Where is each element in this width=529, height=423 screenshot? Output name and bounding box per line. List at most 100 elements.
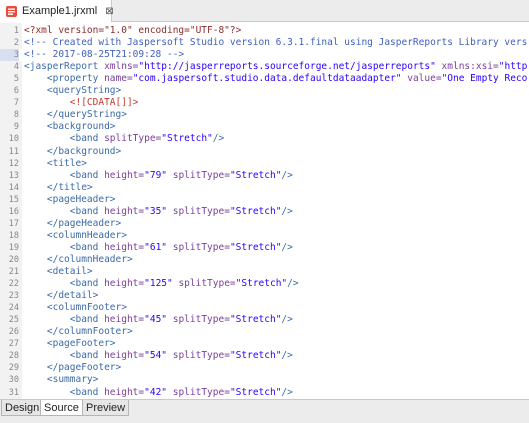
code-token: </pageHeader> (24, 217, 122, 229)
tab-design-label: Design (5, 401, 40, 414)
code-text: </detail> (24, 290, 98, 302)
line-number: 27 (8, 339, 19, 350)
code-token: <jasperReport (24, 61, 99, 73)
code-line[interactable]: 5 <property name="com.jaspersoft.studio.… (0, 73, 529, 85)
line-number: 18 (8, 230, 19, 241)
line-number: 19 (8, 242, 19, 253)
code-token: /> (281, 350, 293, 362)
code-line[interactable]: 19 <band height="61" splitType="Stretch"… (0, 242, 529, 254)
code-token: "http://jasperreports.sourceforge.net/ja… (138, 61, 436, 73)
code-line[interactable]: 20 </columnHeader> (0, 254, 529, 266)
line-number: 11 (8, 146, 19, 157)
line-number: 14 (8, 182, 19, 193)
code-text: </title> (24, 182, 93, 194)
code-token: splitType= (167, 205, 230, 217)
line-number: 26 (8, 327, 19, 338)
code-token: height= (98, 278, 145, 290)
code-line[interactable]: 4 <jasperReport xmlns="http://jasperrepor… (0, 61, 529, 73)
code-line[interactable]: 8 </queryString> (0, 109, 529, 121)
code-line[interactable]: 26 </columnFooter> (0, 326, 529, 338)
code-token: "Stretch" (229, 241, 282, 253)
code-line[interactable]: 15 <pageHeader> (0, 194, 529, 206)
code-text: <band height="61" splitType="Stretch"/> (24, 242, 293, 254)
line-number: 3 (0, 49, 19, 62)
code-token: /> (287, 278, 299, 290)
code-line[interactable]: 18 <columnHeader> (0, 230, 529, 242)
code-token: </columnFooter> (24, 326, 133, 338)
code-token: "54" (144, 350, 168, 362)
code-line[interactable]: 27 <pageFooter> (0, 338, 529, 350)
code-line[interactable]: 17 </pageHeader> (0, 218, 529, 230)
code-token: height= (98, 169, 145, 181)
code-token: "com.jaspersoft.studio.data.defaultdataa… (132, 73, 402, 85)
line-number: 28 (8, 351, 19, 362)
line-number: 23 (8, 291, 19, 302)
source-editor[interactable]: 1 <?xml version="1.0" encoding="UTF-8"?> 2… (0, 23, 529, 399)
code-line[interactable]: 21 <detail> (0, 266, 529, 278)
code-text: <detail> (24, 266, 93, 278)
code-text: <pageHeader> (24, 194, 116, 206)
code-text: </queryString> (24, 109, 127, 121)
code-line[interactable]: 2 <!-- Created with Jaspersoft Studio ver… (0, 37, 529, 49)
tab-source-label: Source (44, 401, 79, 414)
code-token: splitType= (167, 350, 230, 362)
code-token: "One Empty Reco (441, 73, 528, 85)
code-text: <background> (24, 121, 116, 133)
line-number: 21 (8, 267, 19, 277)
code-line[interactable]: 10 <band splitType="Stretch"/> (0, 133, 529, 145)
code-line[interactable]: 24 <columnFooter> (0, 302, 529, 314)
code-line[interactable]: 31 <band height="42" splitType="Stretch"… (0, 387, 529, 399)
code-line[interactable]: 9 <background> (0, 121, 529, 133)
line-number: 20 (8, 254, 19, 265)
code-line[interactable]: 14 </title> (0, 182, 529, 194)
tab-preview[interactable]: Preview (82, 400, 130, 416)
code-text: </pageFooter> (24, 362, 121, 374)
code-line[interactable]: 6 <queryString> (0, 85, 529, 97)
code-token: <pageHeader> (24, 193, 116, 205)
code-token: <pageFooter> (24, 338, 116, 350)
code-token: "Stretch" (229, 169, 282, 181)
code-token: /> (281, 386, 293, 398)
code-text: <summary> (24, 374, 98, 386)
close-icon[interactable]: ⊠ (105, 6, 113, 17)
line-number: 25 (8, 315, 19, 326)
code-line[interactable]: 1 <?xml version="1.0" encoding="UTF-8"?> (0, 25, 529, 37)
code-line[interactable]: 30 <summary> (0, 374, 529, 386)
code-text: </background> (24, 146, 121, 158)
code-token: /> (281, 314, 293, 326)
code-line[interactable]: 25 <band height="45" splitType="Stretch"… (0, 314, 529, 326)
code-token: "Stretch" (229, 350, 282, 362)
code-line[interactable]: 13 <band height="79" splitType="Stretch"… (0, 170, 529, 182)
code-line[interactable]: 16 <band height="35" splitType="Stretch"… (0, 206, 529, 218)
code-token: /> (212, 133, 225, 145)
code-text: <columnHeader> (24, 230, 127, 242)
code-text: <columnFooter> (24, 302, 127, 314)
line-number: 7 (13, 98, 19, 109)
code-text: <?xml version="1.0" encoding="UTF-8"?> (24, 25, 241, 37)
tab-example1-jrxml[interactable]: Example1.jrxml ⊠ (0, 0, 114, 22)
code-token: </detail> (24, 290, 99, 302)
code-token: <band (24, 169, 99, 181)
tab-design[interactable]: Design (1, 400, 44, 416)
code-token: </queryString> (24, 109, 127, 121)
code-text: <band height="54" splitType="Stretch"/> (24, 350, 293, 362)
line-number: 30 (8, 375, 19, 386)
code-token: /> (281, 205, 293, 217)
code-line[interactable]: 12 <title> (0, 158, 529, 170)
code-line[interactable]: 28 <band height="54" splitType="Stretch"… (0, 350, 529, 362)
code-token: height= (98, 350, 145, 362)
tab-source[interactable]: Source (40, 400, 83, 416)
code-text: <queryString> (24, 85, 121, 97)
code-token: "Stretch" (161, 133, 213, 145)
code-line[interactable]: 23 </detail> (0, 290, 529, 302)
code-token: "79" (144, 169, 168, 181)
code-line[interactable]: 29 </pageFooter> (0, 362, 529, 374)
code-token: height= (98, 386, 145, 398)
code-text: <title> (24, 158, 87, 170)
code-line[interactable]: 11 </background> (0, 146, 529, 158)
code-token: /> (281, 241, 293, 253)
code-line[interactable]: 22 <band height="125" splitType="Stretch… (0, 278, 529, 290)
code-token: splitType= (98, 133, 162, 145)
code-line[interactable]: 3 <!-- 2017-08-25T21:09:28 --> (0, 49, 529, 62)
code-line[interactable]: 7 <![CDATA[]]> (0, 97, 529, 109)
